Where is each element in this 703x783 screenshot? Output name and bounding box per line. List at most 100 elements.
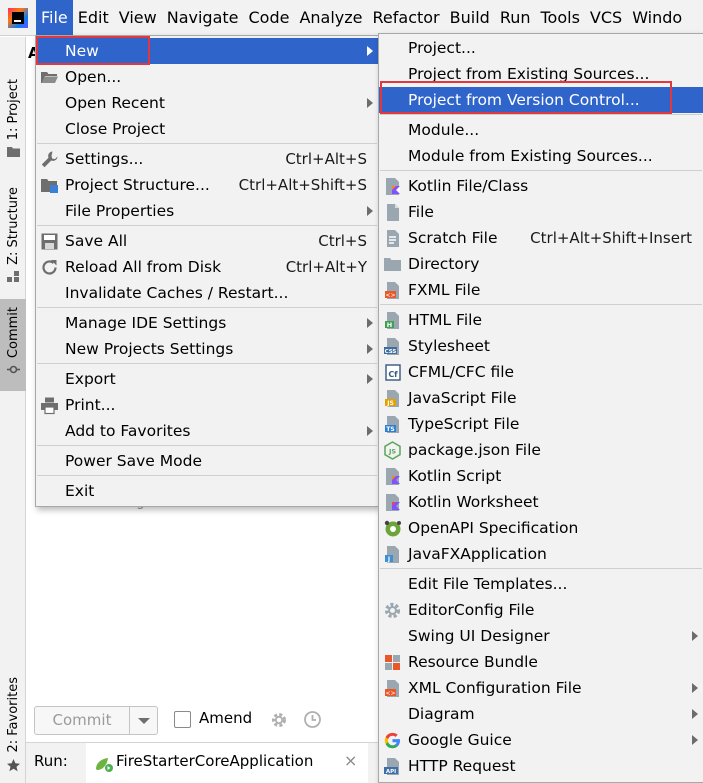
menu-item-settings[interactable]: Settings... Ctrl+Alt+S — [36, 146, 378, 172]
menu-item-label: Project Structure... — [65, 176, 210, 194]
gear-icon[interactable] — [270, 711, 288, 729]
chevron-right-icon — [367, 206, 373, 216]
menu-item-manage-ide-settings[interactable]: Manage IDE Settings — [36, 310, 378, 336]
amend-checkbox[interactable] — [174, 711, 191, 728]
svg-text:J: J — [387, 556, 390, 563]
menu-item-invalidate-caches[interactable]: Invalidate Caches / Restart... — [36, 280, 378, 306]
new-item-typescript-file[interactable]: TS TypeScript File — [379, 411, 703, 437]
menu-separator — [380, 170, 702, 171]
tab-favorites[interactable]: 2: Favorites — [0, 677, 26, 777]
clock-icon[interactable] — [303, 710, 322, 729]
new-item-edit-file-templates[interactable]: Edit File Templates... — [379, 571, 703, 597]
menu-item-file-properties[interactable]: File Properties — [36, 198, 378, 224]
svg-text:<>: <> — [385, 690, 395, 697]
menu-item-add-to-favorites[interactable]: Add to Favorites — [36, 418, 378, 444]
close-icon[interactable]: × — [344, 751, 357, 770]
menu-separator — [37, 475, 377, 476]
new-item-xml-configuration-file[interactable]: <> XML Configuration File — [379, 675, 703, 701]
menu-item-print[interactable]: Print... — [36, 392, 378, 418]
tab-project[interactable]: 1: Project — [0, 79, 26, 189]
menu-item-label: Exit — [65, 482, 95, 500]
menu-item-shortcut: Ctrl+S — [318, 232, 367, 250]
menu-analyze[interactable]: Analyze — [294, 0, 367, 35]
new-item-kotlin-file[interactable]: Kotlin File/Class — [379, 173, 703, 199]
new-item-openapi[interactable]: OpenAPI Specification — [379, 515, 703, 541]
menu-item-shortcut: Ctrl+Alt+S — [285, 150, 367, 168]
svg-text:Cf: Cf — [388, 370, 398, 379]
commit-dropdown-button[interactable] — [129, 706, 158, 735]
new-item-module[interactable]: Module... — [379, 117, 703, 143]
new-item-module-existing[interactable]: Module from Existing Sources... — [379, 143, 703, 169]
menu-item-label: Open Recent — [65, 94, 165, 112]
menu-item-label: Kotlin Script — [408, 467, 502, 485]
menu-refactor[interactable]: Refactor — [368, 0, 445, 35]
menu-view[interactable]: View — [114, 0, 162, 35]
new-item-file[interactable]: File — [379, 199, 703, 225]
menu-item-close-project[interactable]: Close Project — [36, 116, 378, 142]
menu-tools[interactable]: Tools — [536, 0, 585, 35]
print-icon — [41, 397, 58, 415]
new-item-kotlin-worksheet[interactable]: Kotlin Worksheet — [379, 489, 703, 515]
menu-edit[interactable]: Edit — [73, 0, 114, 35]
menu-item-new[interactable]: New — [36, 38, 378, 64]
menu-item-label: Module... — [408, 121, 480, 139]
menu-item-new-projects-settings[interactable]: New Projects Settings — [36, 336, 378, 362]
new-item-fxml-file[interactable]: <> FXML File — [379, 277, 703, 303]
menu-item-label: Power Save Mode — [65, 452, 202, 470]
menu-item-label: New Projects Settings — [65, 340, 234, 358]
new-item-project-existing[interactable]: Project from Existing Sources... — [379, 61, 703, 87]
chevron-right-icon — [692, 683, 698, 693]
menu-item-label: TypeScript File — [408, 415, 520, 433]
new-item-http-request[interactable]: API HTTP Request — [379, 753, 703, 779]
menu-window[interactable]: Windo — [627, 0, 687, 35]
menu-item-exit[interactable]: Exit — [36, 478, 378, 504]
new-item-swing-ui-designer[interactable]: Swing UI Designer — [379, 623, 703, 649]
menu-navigate[interactable]: Navigate — [162, 0, 244, 35]
new-item-cfml-file[interactable]: Cf CFML/CFC file — [379, 359, 703, 385]
new-item-google-guice[interactable]: Google Guice — [379, 727, 703, 753]
menu-run[interactable]: Run — [495, 0, 536, 35]
new-item-scratch-file[interactable]: Scratch File Ctrl+Alt+Shift+Insert — [379, 225, 703, 251]
menu-item-label: Settings... — [65, 150, 144, 168]
menu-item-project-structure[interactable]: Project Structure... Ctrl+Alt+Shift+S — [36, 172, 378, 198]
menu-vcs[interactable]: VCS — [585, 0, 627, 35]
menu-item-power-save-mode[interactable]: Power Save Mode — [36, 448, 378, 474]
new-item-directory[interactable]: Directory — [379, 251, 703, 277]
svg-text:<>: <> — [385, 292, 395, 299]
new-item-diagram[interactable]: Diagram — [379, 701, 703, 727]
tab-structure[interactable]: Z: Structure — [0, 187, 26, 317]
menu-item-save-all[interactable]: Save All Ctrl+S — [36, 228, 378, 254]
menu-item-label: Project... — [408, 39, 476, 57]
new-item-javafx-application[interactable]: J JavaFXApplication — [379, 541, 703, 567]
run-tab[interactable]: FireStarterCoreApplication × — [86, 743, 368, 783]
menu-item-export[interactable]: Export — [36, 366, 378, 392]
new-item-resource-bundle[interactable]: Resource Bundle — [379, 649, 703, 675]
kotlin-worksheet-icon — [386, 494, 400, 511]
tab-commit[interactable]: Commit — [0, 299, 26, 391]
menu-item-label: JavaScript File — [408, 389, 517, 407]
menu-item-label: package.json File — [408, 441, 541, 459]
menu-file[interactable]: File — [36, 0, 73, 35]
new-item-package-json[interactable]: JS package.json File — [379, 437, 703, 463]
new-item-editorconfig[interactable]: EditorConfig File — [379, 597, 703, 623]
menu-separator — [37, 143, 377, 144]
menu-item-open-recent[interactable]: Open Recent — [36, 90, 378, 116]
menu-item-open[interactable]: Open... — [36, 64, 378, 90]
new-item-project[interactable]: Project... — [379, 35, 703, 61]
menu-code[interactable]: Code — [244, 0, 295, 35]
commit-button[interactable]: Commit — [34, 706, 130, 735]
new-submenu: Project... Project from Existing Sources… — [378, 33, 703, 783]
new-item-html-file[interactable]: H HTML File — [379, 307, 703, 333]
menu-separator — [37, 363, 377, 364]
new-item-kotlin-script[interactable]: Kotlin Script — [379, 463, 703, 489]
commit-icon — [6, 365, 20, 374]
new-item-stylesheet[interactable]: CSS Stylesheet — [379, 333, 703, 359]
new-item-project-vcs[interactable]: Project from Version Control... — [379, 87, 703, 113]
new-item-javascript-file[interactable]: JS JavaScript File — [379, 385, 703, 411]
menu-item-reload-all[interactable]: Reload All from Disk Ctrl+Alt+Y — [36, 254, 378, 280]
menu-separator — [380, 568, 702, 569]
menu-item-label: Kotlin File/Class — [408, 177, 529, 195]
html-file-icon: H — [385, 312, 399, 329]
tab-structure-label: Z: Structure — [5, 187, 21, 265]
menu-build[interactable]: Build — [445, 0, 495, 35]
